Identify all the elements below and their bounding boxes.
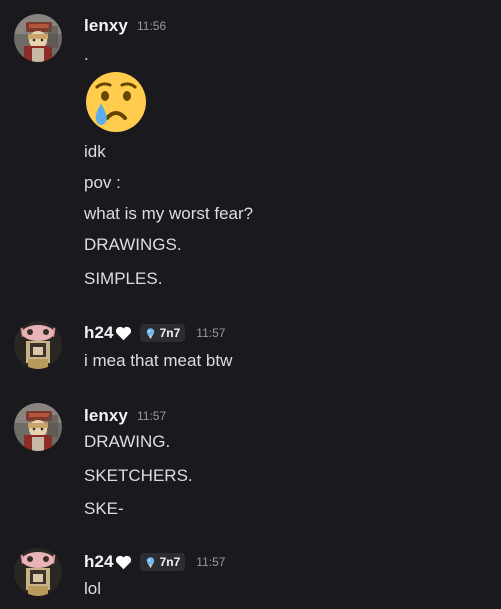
message-text: DRAWINGS. [84, 235, 182, 254]
avatar[interactable] [14, 548, 62, 596]
server-tag[interactable]: 7n7 [139, 553, 186, 571]
timestamp[interactable]: 11:56 [137, 19, 166, 33]
avatar[interactable] [14, 14, 62, 62]
message-text: i mea that meat btw [84, 351, 233, 370]
server-tag-label: 7n7 [159, 326, 181, 340]
message-text: pov : [84, 173, 121, 192]
server-tag-label: 7n7 [159, 555, 181, 569]
message-text: . [84, 45, 89, 64]
username[interactable]: h24 [84, 323, 114, 343]
avatar[interactable] [14, 321, 62, 369]
message-header: lenxy 11:57 [84, 405, 166, 427]
crying-face-emoji-icon [84, 70, 148, 134]
message-text: SIMPLES. [84, 269, 163, 288]
message-text: SKE- [84, 499, 124, 518]
message-header: h24 7n7 11:57 [84, 322, 225, 344]
ice-cream-icon [144, 327, 157, 340]
heart-icon [115, 555, 132, 570]
username[interactable]: lenxy [84, 406, 128, 426]
message-text: SKETCHERS. [84, 466, 193, 485]
timestamp[interactable]: 11:57 [137, 409, 166, 423]
message-text: lol [84, 579, 102, 598]
timestamp[interactable]: 11:57 [196, 555, 225, 569]
message-header: lenxy 11:56 [84, 15, 166, 37]
ice-cream-icon [144, 556, 157, 569]
message-header: h24 7n7 11:57 [84, 551, 225, 573]
message-text: DRAWING. [84, 432, 171, 451]
timestamp[interactable]: 11:57 [196, 326, 225, 340]
avatar[interactable] [14, 403, 62, 451]
message-text: idk [84, 142, 106, 161]
username[interactable]: h24 [84, 552, 114, 572]
username[interactable]: lenxy [84, 16, 128, 36]
heart-icon [115, 326, 132, 341]
server-tag[interactable]: 7n7 [139, 324, 186, 342]
chat-log: lenxy 11:56 . idk pov : what is my worst… [0, 0, 501, 609]
message-text: what is my worst fear? [84, 204, 254, 223]
